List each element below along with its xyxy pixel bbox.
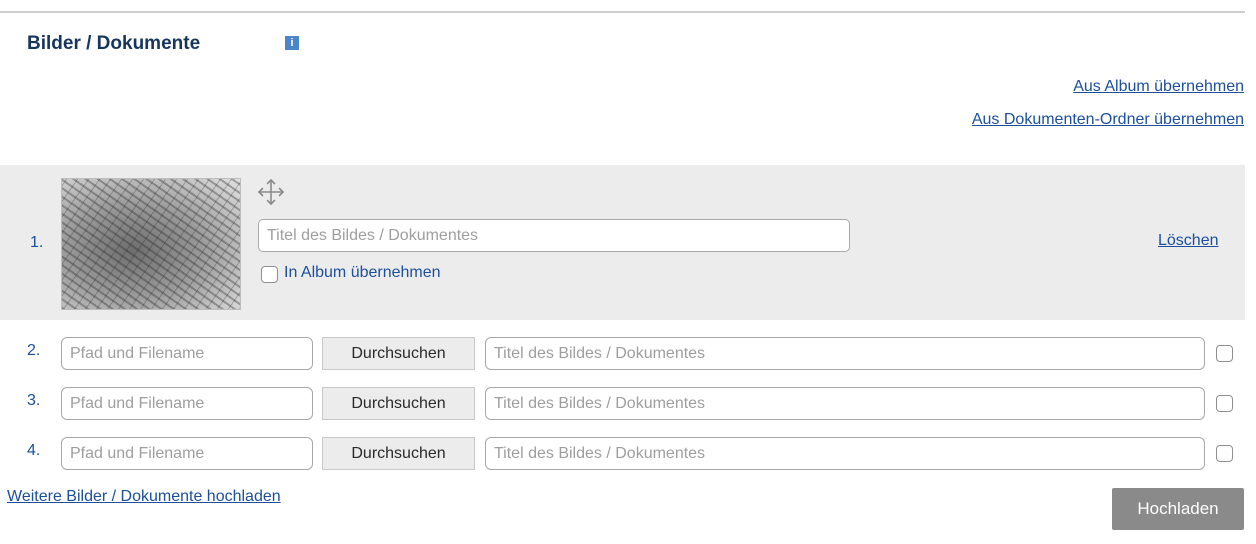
from-documents-link[interactable]: Aus Dokumenten-Ordner übernehmen [972,111,1244,129]
upload-row: 2. Durchsuchen [0,336,1256,372]
top-divider [0,11,1245,13]
row-checkbox[interactable] [1216,445,1233,462]
upload-row: 3. Durchsuchen [0,386,1256,422]
row-number: 2. [27,342,41,359]
title-input[interactable] [485,387,1205,420]
city-engraving-image[interactable] [61,178,241,310]
row-number: 4. [27,442,41,459]
title-input[interactable] [485,437,1205,470]
row-checkbox[interactable] [1216,345,1233,362]
row-checkbox[interactable] [1216,395,1233,412]
browse-button[interactable]: Durchsuchen [322,337,475,370]
info-icon[interactable]: i [285,36,299,50]
more-uploads-link[interactable]: Weitere Bilder / Dokumente hochladen [7,488,281,506]
existing-item-row: 1. In Album übernehmen Löschen [0,165,1245,320]
album-checkbox[interactable] [261,266,278,283]
upload-row: 4. Durchsuchen [0,436,1256,472]
browse-button[interactable]: Durchsuchen [322,387,475,420]
move-icon[interactable] [257,178,285,206]
row-number: 3. [27,392,41,409]
path-input[interactable] [61,437,313,470]
section-title: Bilder / Dokumente [27,33,201,54]
row-number: 1. [30,234,44,251]
existing-title-input[interactable] [258,219,850,252]
upload-button[interactable]: Hochladen [1112,488,1244,530]
browse-button[interactable]: Durchsuchen [322,437,475,470]
title-input[interactable] [485,337,1205,370]
path-input[interactable] [61,337,313,370]
album-checkbox-label[interactable]: In Album übernehmen [284,264,441,282]
path-input[interactable] [61,387,313,420]
delete-link[interactable]: Löschen [1158,232,1219,250]
from-album-link[interactable]: Aus Album übernehmen [1073,78,1244,96]
